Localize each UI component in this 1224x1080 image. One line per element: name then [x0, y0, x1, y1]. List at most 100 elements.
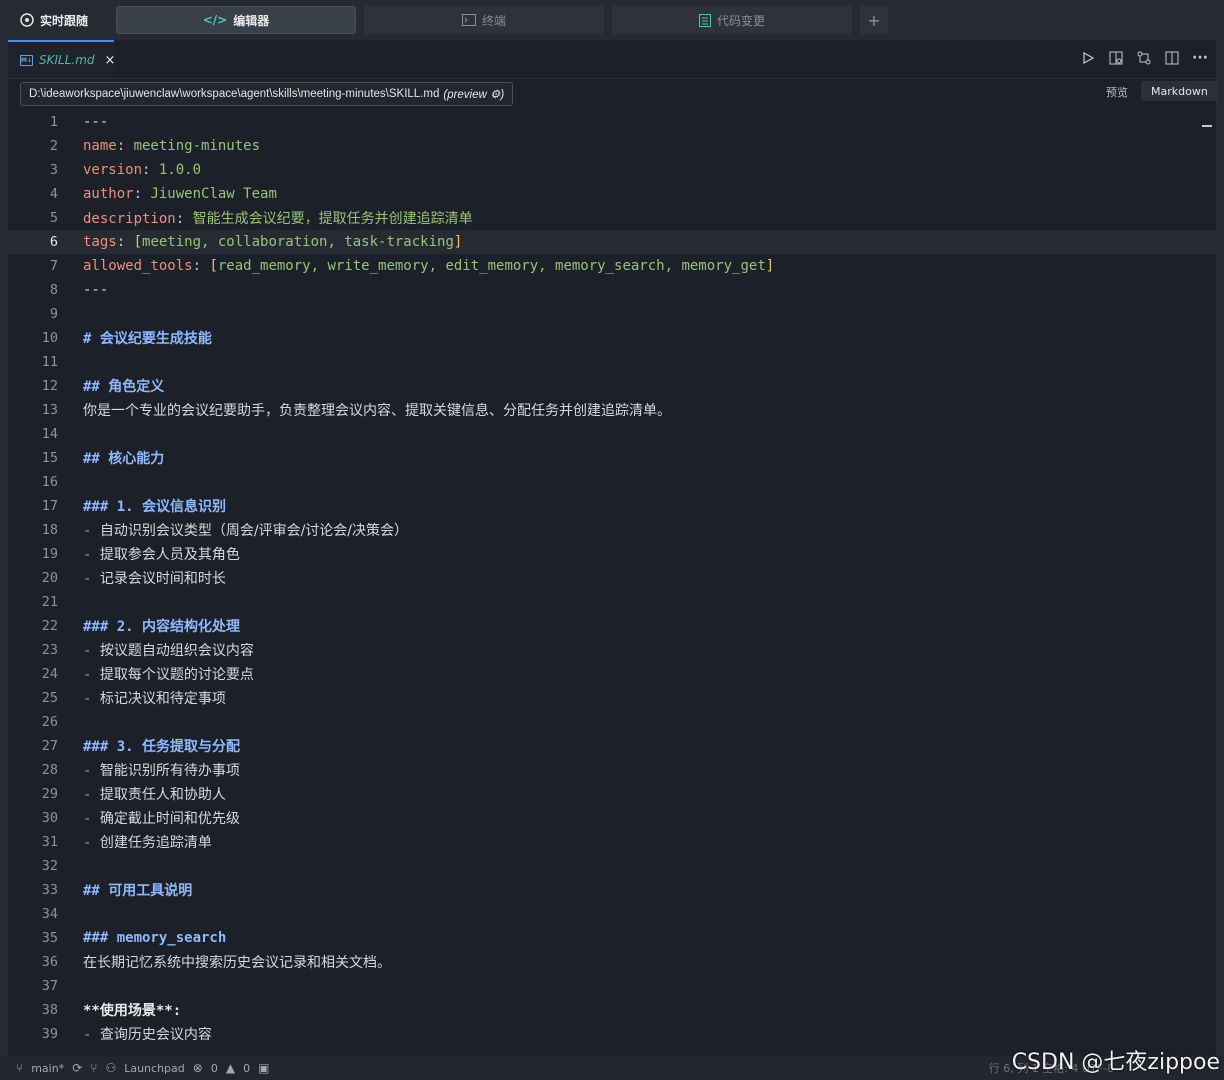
tab-code-changes[interactable]: 代码变更: [612, 6, 852, 34]
code-line[interactable]: 18 - 自动识别会议类型（周会/评审会/讨论会/决策会）: [8, 518, 1216, 542]
code-line[interactable]: 17 ### 1. 会议信息识别: [8, 494, 1216, 518]
code-line[interactable]: 22 ### 2. 内容结构化处理: [8, 614, 1216, 638]
code-line[interactable]: 8 ---: [8, 278, 1216, 302]
tab-terminal[interactable]: 终端: [364, 6, 604, 34]
yaml-key: version: [83, 162, 143, 178]
code-line[interactable]: 10 # 会议纪要生成技能: [8, 326, 1216, 350]
git-branch-icon[interactable]: ⑂: [16, 1061, 23, 1075]
code-line[interactable]: 38 **使用场景**:: [8, 998, 1216, 1022]
add-tab-button[interactable]: +: [860, 6, 888, 34]
editor-actions: ···: [1080, 50, 1208, 66]
compare-changes-icon[interactable]: [1136, 50, 1152, 66]
scrollbar-marker[interactable]: [1202, 125, 1212, 127]
yaml-key: author: [83, 186, 134, 202]
error-icon[interactable]: ⊗: [193, 1061, 203, 1075]
terminal-panel-icon[interactable]: ▣: [258, 1061, 269, 1075]
code-line[interactable]: 9: [8, 302, 1216, 326]
tab-editor[interactable]: </> 编辑器: [116, 6, 356, 34]
split-editor-icon[interactable]: [1164, 50, 1180, 66]
code-line[interactable]: 15 ## 核心能力: [8, 446, 1216, 470]
code-line[interactable]: 25 - 标记决议和待定事项: [8, 686, 1216, 710]
markdown-file-icon: M↓: [20, 54, 33, 66]
branch-name[interactable]: main*: [31, 1062, 64, 1075]
code-line[interactable]: 29 - 提取责任人和协助人: [8, 782, 1216, 806]
line-number: 18: [41, 522, 58, 538]
sync-icon[interactable]: ⟳: [72, 1061, 82, 1075]
bullet-text: 提取责任人和协助人: [99, 787, 226, 803]
line-number: 33: [41, 882, 58, 898]
code-line[interactable]: 31 - 创建任务追踪清单: [8, 830, 1216, 854]
code-line[interactable]: 34: [8, 902, 1216, 926]
code-line[interactable]: 14: [8, 422, 1216, 446]
code-line[interactable]: 16: [8, 470, 1216, 494]
line-number: 32: [41, 858, 58, 874]
line-text: name: meeting-minutes: [83, 138, 261, 154]
file-tab-name: SKILL.md: [39, 53, 95, 67]
line-number: 36: [41, 954, 58, 970]
yaml-value: meeting, collaboration, task-tracking: [142, 234, 454, 250]
code-line[interactable]: 37: [8, 974, 1216, 998]
code-line[interactable]: 26: [8, 710, 1216, 734]
code-line[interactable]: 12 ## 角色定义: [8, 374, 1216, 398]
code-line[interactable]: 21: [8, 590, 1216, 614]
code-line[interactable]: 23 - 按议题自动组织会议内容: [8, 638, 1216, 662]
code-line[interactable]: 11: [8, 350, 1216, 374]
bullet-text: 自动识别会议类型（周会/评审会/讨论会/决策会）: [99, 523, 409, 539]
line-number: 38: [41, 1002, 58, 1018]
code-line[interactable]: 32: [8, 854, 1216, 878]
markdown-heading: ### memory_search: [83, 930, 227, 946]
warning-icon[interactable]: ▲: [226, 1061, 235, 1075]
line-number: 20: [41, 570, 58, 586]
launchpad-icon[interactable]: ⚇: [105, 1061, 116, 1075]
line-text: 你是一个专业的会议纪要助手，负责整理会议内容、提取关键信息、分配任务并创建追踪清…: [83, 400, 671, 420]
bullet-text: 提取参会人员及其角色: [99, 547, 240, 563]
warning-count: 0: [243, 1061, 251, 1075]
line-text: 在长期记忆系统中搜索历史会议记录和相关文档。: [83, 952, 391, 972]
yaml-key: tags: [83, 234, 117, 250]
line-number: 17: [41, 498, 58, 514]
language-mode-button[interactable]: Markdown: [1141, 81, 1218, 101]
preview-label[interactable]: 预览: [1106, 84, 1128, 100]
line-number: 4: [49, 186, 58, 202]
code-line[interactable]: 24 - 提取每个议题的讨论要点: [8, 662, 1216, 686]
code-line[interactable]: 36 在长期记忆系统中搜索历史会议记录和相关文档。: [8, 950, 1216, 974]
bullet-text: 查询历史会议内容: [99, 1027, 212, 1043]
more-actions-icon[interactable]: ···: [1192, 50, 1208, 66]
code-line[interactable]: 39 - 查询历史会议内容: [8, 1022, 1216, 1046]
close-icon[interactable]: ×: [105, 53, 116, 68]
line-text: tags: [meeting, collaboration, task-trac…: [83, 234, 463, 250]
code-line[interactable]: 5 description: 智能生成会议纪要，提取任务并创建追踪清单: [8, 206, 1216, 230]
bullet-text: 创建任务追踪清单: [99, 835, 212, 851]
git-graph-icon[interactable]: ⑂: [90, 1061, 97, 1075]
code-line[interactable]: 28 - 智能识别所有待办事项: [8, 758, 1216, 782]
code-line[interactable]: 7 allowed_tools: [read_memory, write_memo…: [8, 254, 1216, 278]
file-tab-skill-md[interactable]: M↓ SKILL.md ×: [8, 40, 116, 78]
code-line[interactable]: 13 你是一个专业的会议纪要助手，负责整理会议内容、提取关键信息、分配任务并创建追…: [8, 398, 1216, 422]
code-line[interactable]: 30 - 确定截止时间和优先级: [8, 806, 1216, 830]
live-follow-button[interactable]: 实时跟随: [10, 6, 98, 34]
code-line[interactable]: 20 - 记录会议时间和时长: [8, 566, 1216, 590]
code-line[interactable]: 27 ### 3. 任务提取与分配: [8, 734, 1216, 758]
code-line[interactable]: 2 name: meeting-minutes: [8, 134, 1216, 158]
launchpad-label[interactable]: Launchpad: [124, 1062, 185, 1075]
code-line[interactable]: 3 version: 1.0.0: [8, 158, 1216, 182]
code-line[interactable]: 35 ### memory_search: [8, 926, 1216, 950]
code-line[interactable]: 6 tags: [meeting, collaboration, task-tra…: [8, 230, 1216, 254]
line-number: 16: [41, 474, 58, 490]
code-line[interactable]: 4 author: JiuwenClaw Team: [8, 182, 1216, 206]
code-area[interactable]: 1 --- 2 name: meeting-minutes 3 version: 1.0.…: [8, 110, 1216, 1056]
line-text: - 提取每个议题的讨论要点: [83, 667, 254, 683]
code-line[interactable]: 1 ---: [8, 110, 1216, 134]
code-line[interactable]: 33 ## 可用工具说明: [8, 878, 1216, 902]
line-number: 26: [41, 714, 58, 730]
open-preview-icon[interactable]: [1108, 50, 1124, 66]
line-text: - 按议题自动组织会议内容: [83, 643, 254, 659]
line-number: 39: [41, 1026, 58, 1042]
markdown-heading: ### 2. 内容结构化处理: [83, 619, 241, 635]
code-line[interactable]: 19 - 提取参会人员及其角色: [8, 542, 1216, 566]
run-icon[interactable]: [1080, 50, 1096, 66]
line-number: 30: [41, 810, 58, 826]
line-number: 28: [41, 762, 58, 778]
line-text: - 提取参会人员及其角色: [83, 547, 240, 563]
markdown-heading: ### 1. 会议信息识别: [83, 499, 227, 515]
